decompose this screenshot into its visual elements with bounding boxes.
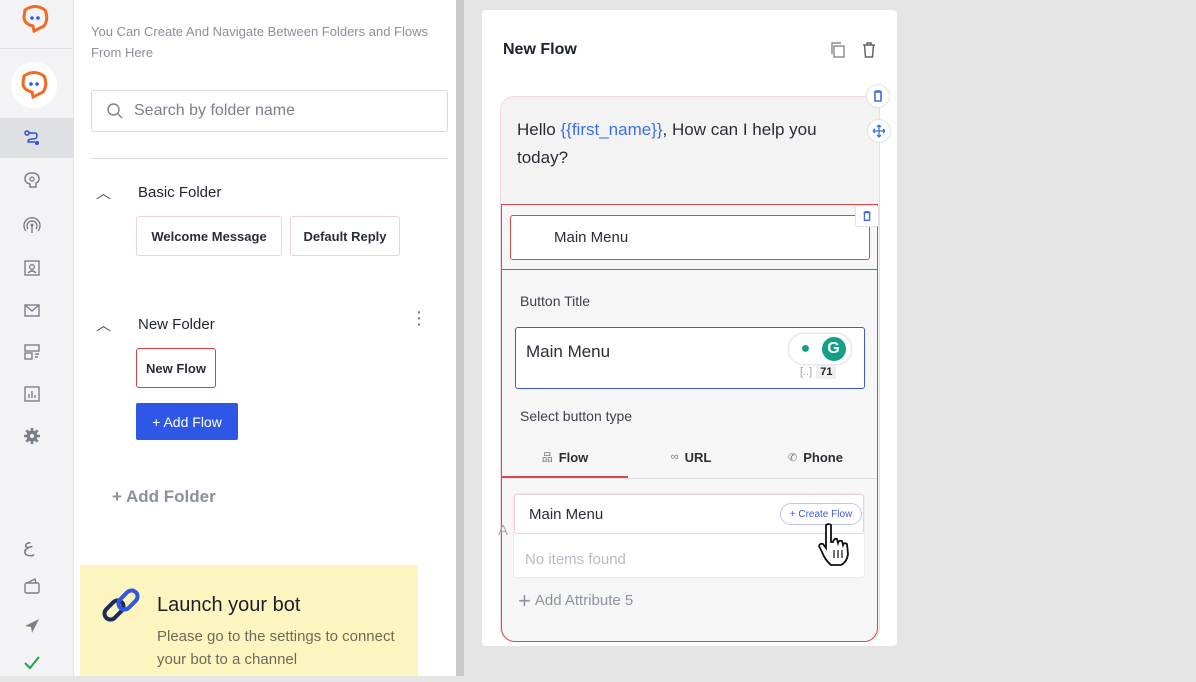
rail-forms[interactable] — [0, 332, 74, 372]
tab-url[interactable]: ∞ URL — [628, 437, 754, 477]
tab-flow[interactable]: 品 Flow — [502, 437, 628, 477]
flow-chip-default-reply[interactable]: Default Reply — [290, 216, 400, 256]
ai-brain-icon — [24, 172, 40, 188]
rail-send[interactable] — [0, 606, 74, 646]
chevron-up-icon[interactable]: ︿ — [96, 182, 112, 203]
message-prefix: Hello — [517, 120, 561, 139]
folder-new[interactable]: ︿ New Folder — [96, 312, 215, 336]
icon-rail: ع — [0, 0, 74, 676]
no-items-text: No items found — [525, 551, 626, 568]
flow-chip-new-flow[interactable]: New Flow — [136, 348, 216, 388]
search-icon — [107, 103, 123, 119]
flow-chip-welcome[interactable]: Welcome Message — [136, 216, 282, 256]
grammarly-widget[interactable]: ● G — [789, 334, 851, 364]
flow-title: New Flow — [503, 41, 577, 58]
brand-logo-icon[interactable] — [20, 4, 50, 34]
delete-button-button[interactable] — [855, 205, 879, 227]
delete-message-button[interactable] — [866, 84, 890, 108]
rail-analytics[interactable] — [0, 374, 74, 414]
button-type-tabs: 品 Flow ∞ URL ✆ Phone — [502, 437, 877, 479]
lightbulb-icon[interactable]: ● — [794, 338, 817, 360]
inbox-icon — [24, 304, 40, 317]
folder-search[interactable]: Search by folder name — [91, 90, 448, 132]
folder-menu-icon[interactable]: ⋮ — [410, 309, 428, 338]
broadcast-icon — [23, 217, 41, 233]
char-count: 71 — [816, 365, 837, 379]
move-message-button[interactable] — [867, 119, 891, 143]
move-icon — [872, 124, 886, 138]
launch-title: Launch your bot — [157, 594, 301, 616]
folder-name: Basic Folder — [138, 183, 222, 201]
tabs-divider — [502, 478, 877, 479]
add-flow-button[interactable]: + Add Flow — [136, 403, 238, 440]
panel-hint: You Can Create And Navigate Between Fold… — [91, 24, 428, 60]
folder-name: New Folder — [138, 315, 215, 333]
rail-divider — [0, 48, 74, 49]
rail-settings[interactable] — [0, 416, 74, 456]
link-icon: ∞ — [670, 451, 679, 463]
analytics-icon — [24, 386, 40, 402]
flows-icon — [24, 130, 39, 145]
rail-language[interactable]: ع — [0, 526, 74, 566]
check-icon — [24, 656, 40, 670]
wallet-icon — [24, 577, 40, 594]
panel-resize-handle[interactable] — [456, 0, 464, 676]
trash-icon[interactable] — [860, 41, 878, 59]
language-icon: ع — [23, 535, 35, 557]
panel-divider — [91, 158, 448, 159]
main-menu-button[interactable]: Main Menu — [510, 215, 870, 260]
message-text[interactable]: Hello {{first_name}}, How can I help you… — [517, 116, 847, 172]
tab-phone[interactable]: ✆ Phone — [754, 437, 877, 477]
button-title-label: Button Title — [520, 293, 591, 309]
folder-basic[interactable]: ︿ Basic Folder — [96, 180, 221, 204]
sitemap-icon: 品 — [541, 452, 553, 464]
rail-broadcast[interactable] — [0, 205, 74, 245]
send-icon — [25, 619, 39, 633]
search-input[interactable]: Search by folder name — [134, 102, 295, 120]
link-chain-icon — [102, 588, 140, 622]
rail-contacts[interactable] — [0, 248, 74, 288]
rail-ai[interactable] — [0, 160, 74, 200]
message-variable: {{first_name}} — [560, 120, 663, 139]
grammarly-icon[interactable]: G — [821, 337, 846, 361]
rail-status[interactable] — [0, 642, 74, 682]
hidden-text-fragment: A — [498, 522, 509, 539]
launch-text: Please go to the settings to connect you… — [157, 628, 395, 668]
hand-pointer-cursor-icon — [818, 523, 849, 566]
bot-avatar[interactable] — [11, 62, 57, 108]
tab-label: Phone — [803, 449, 843, 465]
rail-wallet[interactable] — [0, 566, 74, 606]
rail-flows[interactable] — [0, 118, 74, 158]
chevron-up-icon[interactable]: ︿ — [96, 314, 112, 335]
phone-icon: ✆ — [788, 451, 798, 464]
char-counter: [..] 71 — [800, 365, 837, 379]
active-tab-indicator — [502, 476, 628, 478]
bot-avatar-icon — [21, 71, 48, 100]
tab-label: URL — [684, 449, 712, 465]
tab-label: Flow — [558, 449, 589, 465]
contacts-icon — [24, 260, 40, 276]
add-folder-button[interactable]: + Add Folder — [112, 487, 216, 507]
select-type-label: Select button type — [520, 408, 633, 424]
trash-icon — [863, 211, 871, 221]
plus-icon: + — [518, 588, 531, 613]
variable-bracket-icon[interactable]: [..] — [800, 366, 812, 378]
trash-icon — [874, 90, 882, 102]
rail-inbox[interactable] — [0, 290, 74, 330]
add-attribute-button[interactable]: + Add Attribute 5 — [518, 588, 633, 614]
add-attribute-label: Add Attribute 5 — [534, 592, 634, 609]
copy-icon[interactable] — [829, 41, 847, 59]
settings-gear-icon — [24, 428, 40, 444]
forms-icon — [24, 344, 40, 360]
